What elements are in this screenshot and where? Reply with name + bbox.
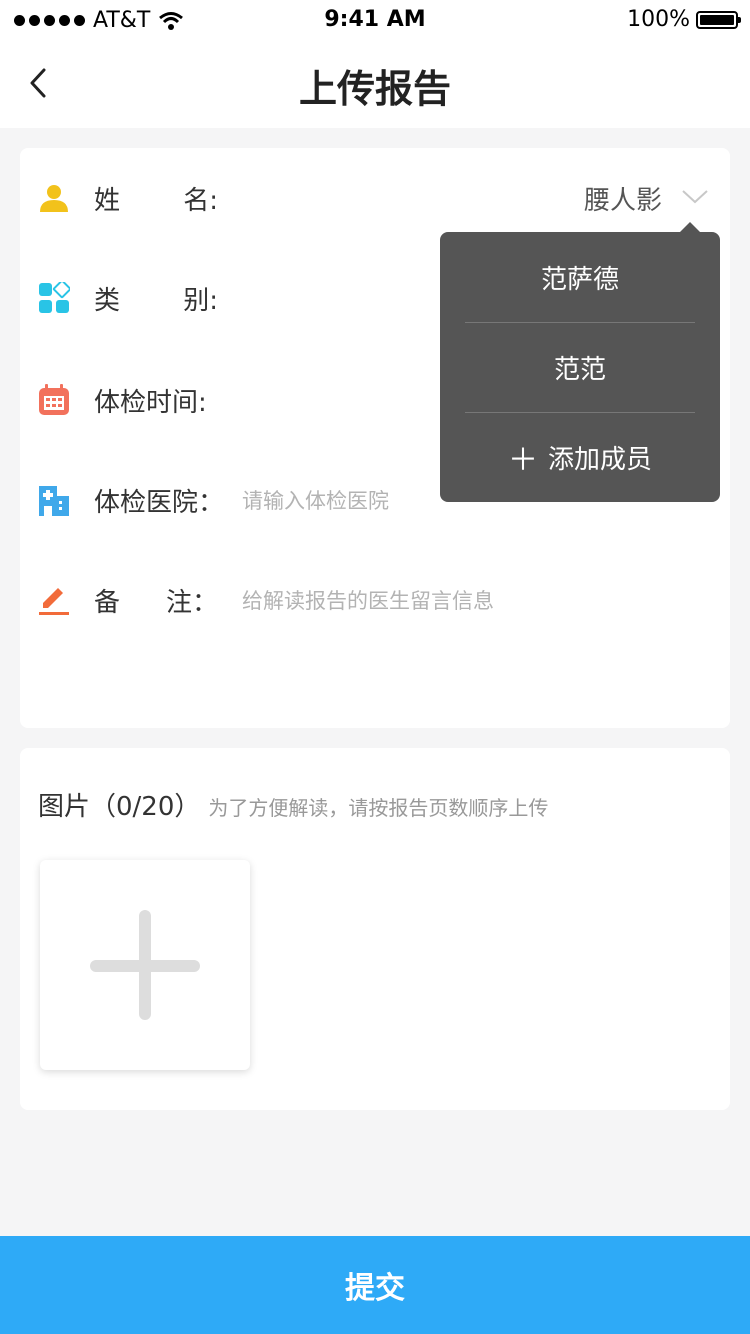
- member-option[interactable]: 范萨德: [440, 232, 720, 322]
- hospital-icon: [39, 486, 69, 516]
- calendar-icon: [39, 384, 69, 415]
- chevron-down-icon[interactable]: [680, 182, 710, 212]
- edit-icon: [39, 588, 69, 615]
- photo-hint: 为了方便解读，请按报告页数顺序上传: [208, 796, 549, 820]
- plus-icon: ＋: [507, 443, 538, 478]
- hospital-label: 体检医院：: [94, 487, 225, 518]
- name-label-b: 名:: [183, 185, 218, 216]
- note-label-b: 注：: [165, 587, 218, 618]
- category-label: 类 别:: [94, 280, 218, 317]
- note-label: 备 注：: [94, 582, 218, 619]
- battery-icon: [696, 10, 741, 29]
- add-photo-button[interactable]: [40, 860, 250, 1070]
- note-input[interactable]: 给解读报告的医生留言信息: [242, 585, 494, 615]
- status-bar: AT&T 9:41 AM 100%: [0, 0, 750, 40]
- category-icon: [39, 282, 70, 313]
- nav-bar: 上传报告: [0, 40, 750, 128]
- add-member-button[interactable]: ＋ 添加成员: [440, 412, 720, 502]
- battery-percent: 100%: [627, 7, 690, 32]
- photo-card: 图片（0/20） 为了方便解读，请按报告页数顺序上传: [20, 748, 730, 1110]
- plus-icon-vertical: [139, 910, 151, 1020]
- photo-title: 图片（0/20）: [38, 792, 201, 822]
- note-label-a: 备: [94, 587, 121, 618]
- name-label: 姓 名:: [94, 180, 218, 217]
- submit-button[interactable]: 提交: [0, 1236, 750, 1334]
- member-dropdown: 范萨德 范范 ＋ 添加成员: [440, 222, 720, 502]
- category-label-b: 别:: [183, 285, 218, 316]
- name-row[interactable]: 姓 名: 腰人影: [20, 168, 730, 228]
- name-value[interactable]: 腰人影: [584, 180, 662, 217]
- note-row[interactable]: 备 注： 给解读报告的医生留言信息: [20, 570, 730, 630]
- add-member-label: 添加成员: [547, 444, 652, 475]
- name-label-a: 姓: [94, 185, 121, 216]
- member-option[interactable]: 范范: [440, 322, 720, 412]
- status-right: 100%: [627, 7, 741, 32]
- hospital-input[interactable]: 请输入体检医院: [242, 485, 389, 515]
- photo-header: 图片（0/20） 为了方便解读，请按报告页数顺序上传: [38, 786, 548, 823]
- page-title: 上传报告: [298, 67, 451, 111]
- user-icon: [40, 185, 68, 212]
- category-label-a: 类: [94, 285, 121, 316]
- exam-time-label: 体检时间:: [94, 387, 207, 418]
